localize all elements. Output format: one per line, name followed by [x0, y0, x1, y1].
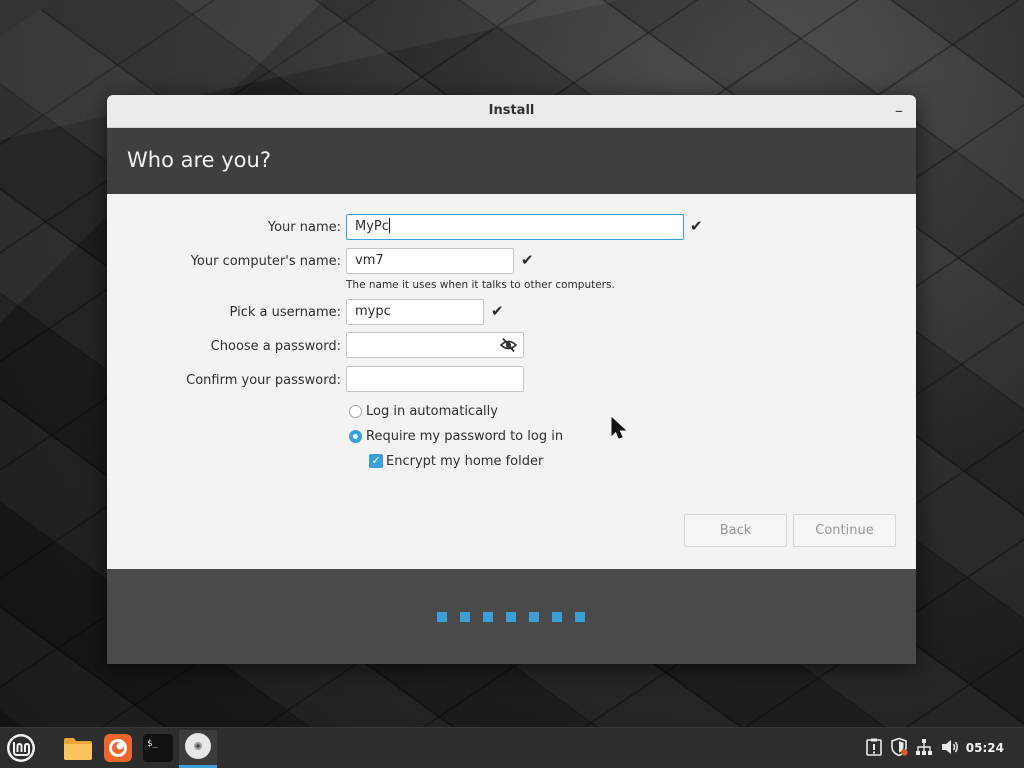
- back-button[interactable]: Back: [684, 514, 787, 547]
- menu-icon[interactable]: [5, 732, 37, 764]
- mouse-pointer-icon: [611, 417, 627, 439]
- page-header: Who are you?: [107, 128, 916, 194]
- your-name-valid-check-icon: ✔: [690, 217, 703, 235]
- page-title: Who are you?: [127, 148, 271, 172]
- user-form: Your name: MyPc ✔ Your computer's name: …: [107, 194, 916, 569]
- confirm-password-input[interactable]: [346, 366, 524, 392]
- progress-step: [575, 612, 585, 622]
- require-password-radio[interactable]: [349, 430, 362, 443]
- username-valid-check-icon: ✔: [491, 302, 504, 320]
- encrypt-home-label[interactable]: Encrypt my home folder: [386, 454, 543, 469]
- installer-window: Install – Who are you? Your name: MyPc ✔…: [107, 95, 916, 664]
- window-title: Install: [488, 103, 535, 118]
- computer-name-label: Your computer's name:: [190, 254, 341, 269]
- username-label: Pick a username:: [229, 305, 341, 320]
- your-name-label: Your name:: [267, 220, 341, 235]
- login-automatically-radio[interactable]: [349, 405, 362, 418]
- progress-step: [529, 612, 539, 622]
- minimize-button[interactable]: –: [890, 102, 908, 120]
- file-manager-icon[interactable]: [62, 732, 94, 764]
- install-disc-icon: [185, 733, 211, 759]
- your-name-input[interactable]: MyPc: [346, 214, 684, 240]
- show-password-icon[interactable]: [500, 337, 517, 353]
- firefox-icon[interactable]: [102, 732, 134, 764]
- update-manager-icon[interactable]: [864, 737, 884, 757]
- computer-name-hint: The name it uses when it talks to other …: [346, 279, 615, 291]
- continue-button[interactable]: Continue: [793, 514, 896, 547]
- progress-step: [506, 612, 516, 622]
- require-password-label[interactable]: Require my password to log in: [366, 429, 563, 444]
- progress-step: [483, 612, 493, 622]
- progress-step: [552, 612, 562, 622]
- clock[interactable]: 05:24: [966, 728, 1004, 768]
- progress-step: [460, 612, 470, 622]
- password-label: Choose a password:: [210, 339, 341, 354]
- computer-name-valid-check-icon: ✔: [521, 251, 534, 269]
- login-automatically-label[interactable]: Log in automatically: [366, 404, 498, 419]
- taskbar: $_ 05:24: [0, 727, 1024, 768]
- terminal-icon[interactable]: $_: [142, 732, 174, 764]
- progress-footer: [107, 569, 916, 664]
- text-caret: [388, 218, 390, 233]
- volume-icon[interactable]: [940, 737, 960, 757]
- shield-icon[interactable]: [889, 737, 909, 757]
- title-bar[interactable]: Install –: [107, 95, 916, 128]
- computer-name-value: vm7: [355, 253, 384, 268]
- installer-task[interactable]: [179, 730, 217, 768]
- username-input[interactable]: mypc: [346, 299, 484, 325]
- username-value: mypc: [355, 304, 391, 319]
- progress-step: [437, 612, 447, 622]
- encrypt-home-checkbox[interactable]: ✓: [369, 454, 383, 468]
- network-icon[interactable]: [914, 737, 934, 757]
- your-name-value: MyPc: [355, 219, 389, 234]
- progress-indicator: [437, 612, 585, 622]
- terminal-prompt: $_: [147, 739, 158, 749]
- password-input[interactable]: [346, 332, 524, 358]
- computer-name-input[interactable]: vm7: [346, 248, 514, 274]
- confirm-password-label: Confirm your password:: [186, 373, 341, 388]
